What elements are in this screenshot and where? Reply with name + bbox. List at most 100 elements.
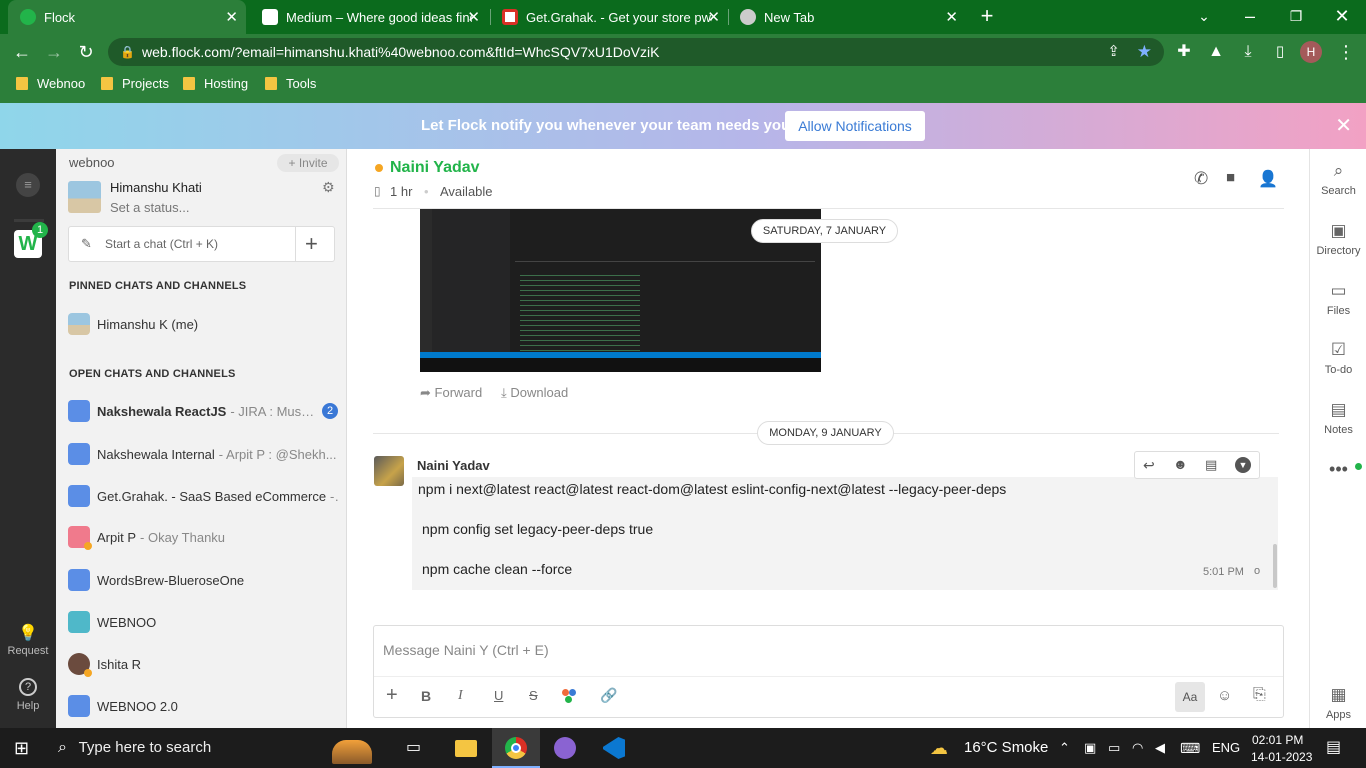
close-tab-icon[interactable]: ✕ (707, 8, 720, 26)
italic-icon[interactable]: I (458, 688, 463, 704)
chrome-taskbar-icon[interactable] (492, 728, 540, 768)
download-button[interactable]: ⤓ Download (501, 385, 568, 401)
start-chat-input[interactable]: Start a chat (Ctrl + K) (105, 237, 218, 251)
new-chat-plus-icon[interactable]: + (305, 231, 318, 257)
side-panel-icon[interactable]: ▯ (1268, 40, 1292, 64)
clock-date[interactable]: 14-01-2023 (1251, 748, 1312, 766)
emoji-reaction-icon[interactable]: ☻ (1173, 456, 1188, 472)
underline-icon[interactable]: U (494, 688, 503, 703)
rail-notes[interactable]: ▤ Notes (1310, 400, 1366, 436)
reload-icon[interactable]: ↻ (74, 40, 98, 64)
pinned-chat-himanshu[interactable]: Himanshu K (me) (68, 309, 338, 339)
clock-time[interactable]: 02:01 PM (1252, 731, 1303, 749)
tab-flock[interactable]: Flock ✕ (8, 0, 246, 34)
message-input[interactable]: Message Naini Y (Ctrl + E) (383, 642, 549, 658)
user-avatar[interactable] (68, 181, 101, 213)
more-options-chevron-icon[interactable]: ▼ (1235, 457, 1251, 473)
strikethrough-icon[interactable]: S (529, 688, 538, 703)
notification-center-icon[interactable]: ▤ (1326, 728, 1341, 768)
invite-button[interactable]: + Invite (277, 154, 339, 172)
chat-webnoo-2[interactable]: WEBNOO 2.0 (68, 691, 338, 721)
help-label[interactable]: Help (0, 700, 56, 712)
forward-arrow-icon[interactable]: → (42, 40, 66, 64)
sender-avatar[interactable] (374, 456, 404, 486)
chrome-menu-icon[interactable]: ⋮ (1334, 40, 1358, 64)
bookmark-projects[interactable]: Projects (101, 76, 169, 91)
back-arrow-icon[interactable]: ← (10, 40, 34, 64)
tab-search-chevron-icon[interactable]: ⌄ (1192, 4, 1216, 28)
contact-name[interactable]: Naini Yadav (390, 159, 480, 177)
settings-gear-icon[interactable]: ⚙ (322, 179, 335, 196)
link-icon[interactable]: 🔗 (600, 687, 617, 704)
help-icon[interactable]: ? (19, 678, 37, 696)
rail-todo[interactable]: ☑ To-do (1310, 340, 1366, 376)
bookmark-hosting[interactable]: Hosting (183, 76, 248, 91)
attach-plus-icon[interactable]: + (386, 684, 398, 707)
add-person-icon[interactable]: 👤 (1258, 169, 1278, 189)
status-field[interactable]: Set a status... (110, 200, 190, 215)
formatting-toggle-button[interactable]: Aa (1175, 682, 1205, 712)
tab-new-tab[interactable]: New Tab ✕ (728, 0, 966, 34)
close-tab-icon[interactable]: ✕ (467, 8, 480, 26)
minimize-window-icon[interactable]: – (1238, 4, 1262, 28)
rail-files[interactable]: ▭ Files (1310, 281, 1366, 317)
emoji-icon[interactable]: ☺ (1217, 687, 1232, 704)
taskbar-search[interactable]: ⌕ Type here to search (48, 728, 338, 768)
bookmark-star-icon[interactable]: ★ (1137, 38, 1152, 66)
meet-now-icon[interactable]: ▣ (1084, 728, 1096, 768)
language-indicator[interactable]: ENG (1212, 728, 1240, 768)
chat-getgrahak[interactable]: Get.Grahak. - SaaS Based eCommerce -... (68, 481, 338, 511)
attachment-clip-icon[interactable]: ⎘ (1253, 686, 1266, 704)
sender-name[interactable]: Naini Yadav (417, 458, 490, 473)
lab-flask-icon[interactable]: ▲ (1204, 40, 1228, 64)
downloads-icon[interactable]: ⤓ (1236, 40, 1260, 64)
address-bar[interactable]: 🔒 web.flock.com/?email=himanshu.khati%40… (108, 38, 1164, 66)
tab-medium[interactable]: Medium – Where good ideas find ✕ (250, 0, 488, 34)
task-view-icon[interactable]: ▭ (406, 728, 421, 768)
weather-text[interactable]: 16°C Smoke (964, 728, 1048, 768)
profile-avatar[interactable]: H (1300, 41, 1322, 63)
windows-start-icon[interactable]: ⊞ (14, 728, 29, 768)
extensions-puzzle-icon[interactable]: ✚ (1172, 40, 1196, 64)
allow-notifications-button[interactable]: Allow Notifications (785, 111, 925, 141)
restore-window-icon[interactable]: ❐ (1284, 4, 1308, 28)
phone-call-icon[interactable]: ✆ (1194, 169, 1208, 189)
close-banner-icon[interactable]: ✕ (1335, 113, 1352, 138)
request-label[interactable]: Request (0, 645, 56, 657)
chat-arpit-p[interactable]: Arpit P - Okay Thanku (68, 522, 338, 552)
rail-directory[interactable]: ▣ Directory (1310, 221, 1366, 257)
rail-apps[interactable]: ▦ Apps (1310, 685, 1366, 721)
lightbulb-icon[interactable]: 💡 (0, 623, 56, 643)
apps-flower-icon[interactable] (562, 689, 576, 703)
rail-search[interactable]: ⌕ Search (1310, 161, 1366, 197)
forward-button[interactable]: ➦ Forward (420, 385, 482, 401)
chat-ishita-r[interactable]: Ishita R (68, 649, 338, 679)
close-tab-icon[interactable]: ✕ (225, 8, 238, 26)
user-name[interactable]: Himanshu Khati (110, 180, 202, 195)
vscode-icon[interactable] (602, 728, 626, 768)
volume-icon[interactable]: ◀ (1155, 728, 1165, 768)
wifi-icon[interactable]: ◠ (1132, 728, 1143, 768)
start-chat-box[interactable]: ✎ Start a chat (Ctrl + K) + (68, 226, 335, 262)
share-icon[interactable]: ⇪ (1107, 38, 1120, 66)
bookmark-webnoo[interactable]: Webnoo (16, 76, 85, 91)
chat-wordsbrew[interactable]: WordsBrew-BlueroseOne (68, 565, 338, 595)
keyboard-icon[interactable]: ⌨ (1180, 728, 1200, 768)
new-tab-plus-icon[interactable]: + (975, 4, 999, 28)
close-window-icon[interactable]: ✕ (1330, 4, 1354, 28)
copy-icon[interactable]: ▤ (1205, 457, 1217, 473)
bluetooth-device-icon[interactable]: ▭ (1108, 728, 1120, 768)
close-tab-icon[interactable]: ✕ (945, 8, 958, 26)
file-explorer-icon[interactable] (455, 728, 479, 768)
chat-nakshewala-reactjs[interactable]: Nakshewala ReactJS - JIRA : Musk... 2 (68, 396, 338, 426)
tab-getgrahak[interactable]: Get.Grahak. - Get your store pwa ✕ (490, 0, 728, 34)
reply-icon[interactable]: ↩ (1143, 457, 1155, 474)
chat-webnoo[interactable]: WEBNOO (68, 607, 338, 637)
bookmark-tools[interactable]: Tools (265, 76, 316, 91)
github-desktop-icon[interactable] (553, 728, 577, 768)
show-hidden-icons-chevron-icon[interactable]: ⌃ (1059, 728, 1070, 768)
video-call-icon[interactable]: ■ (1226, 169, 1235, 186)
chat-nakshewala-internal[interactable]: Nakshewala Internal - Arpit P : @Shekh..… (68, 439, 338, 469)
message-scrollbar[interactable] (1273, 544, 1277, 588)
bold-icon[interactable]: B (421, 688, 431, 704)
